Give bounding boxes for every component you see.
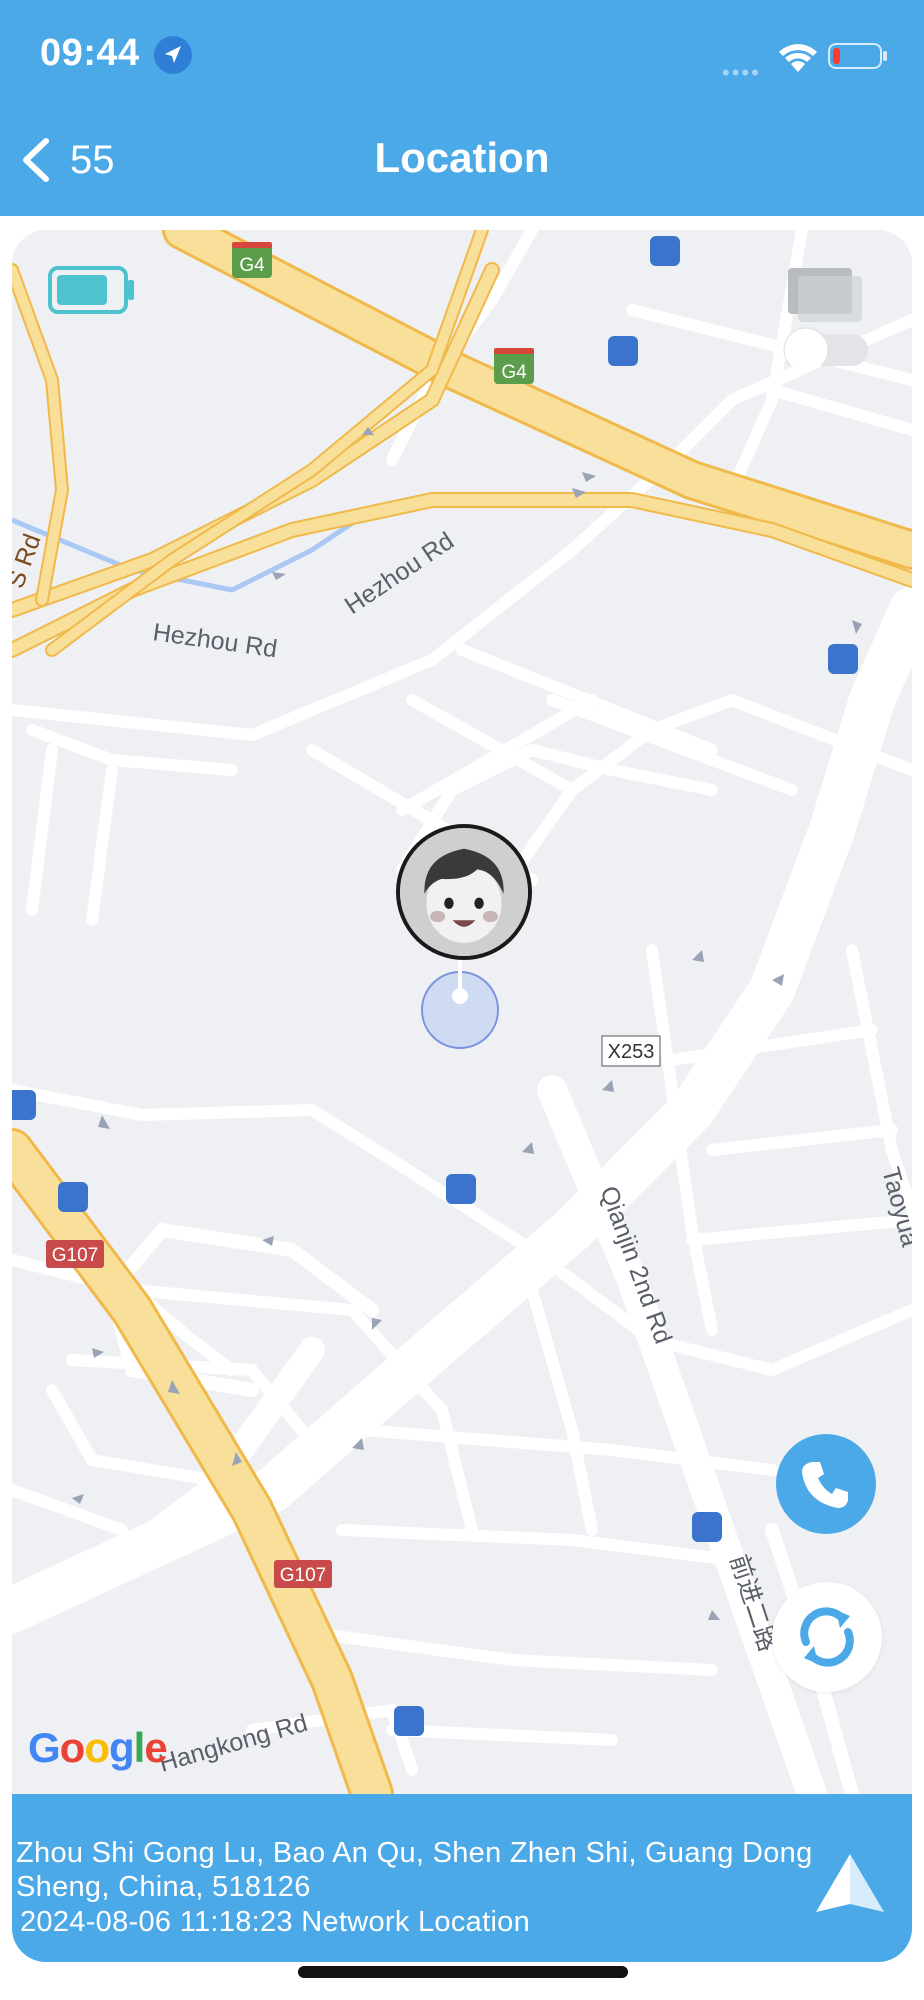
child-avatar-marker[interactable]	[396, 824, 532, 960]
refresh-icon	[800, 1607, 854, 1667]
g4-shield-a: G4	[239, 255, 265, 276]
battery-low-icon	[828, 43, 887, 69]
g107-shield-a: G107	[52, 1245, 98, 1266]
page-title: Location	[374, 134, 550, 181]
signal-dots: ••••	[722, 60, 761, 85]
location-timestamp: 2024-08-06 11:18:23 Network Location	[20, 1906, 531, 1938]
location-services-icon	[154, 36, 192, 74]
map-view[interactable]: G4 G4 G107 G107 X253 Hezhou Rd Hezhou Rd…	[12, 230, 912, 1794]
location-address: Zhou Shi Gong Lu, Bao An Qu, Shen Zhen S…	[16, 1837, 813, 1903]
home-indicator	[298, 1966, 628, 1978]
g107-shield-b: G107	[280, 1565, 326, 1586]
g4-shield-b: G4	[501, 362, 527, 383]
child-face-icon	[400, 828, 528, 956]
x253-label: X253	[608, 1041, 655, 1063]
call-button[interactable]	[776, 1434, 876, 1534]
map-card[interactable]: G4 G4 G107 G107 X253 Hezhou Rd Hezhou Rd…	[12, 230, 912, 1962]
google-logo: Google	[28, 1724, 168, 1771]
device-battery-icon	[48, 266, 134, 314]
wifi-icon	[779, 44, 817, 72]
map-type-toggle[interactable]	[768, 266, 872, 366]
refresh-button[interactable]	[772, 1582, 882, 1692]
status-time: 09:44	[40, 32, 140, 74]
phone-icon	[802, 1462, 848, 1508]
navigate-icon[interactable]	[812, 1850, 888, 1920]
top-bar: 09:44 •••• 55 Location	[0, 0, 924, 216]
location-info-panel: Zhou Shi Gong Lu, Bao An Qu, Shen Zhen S…	[12, 1794, 912, 1962]
